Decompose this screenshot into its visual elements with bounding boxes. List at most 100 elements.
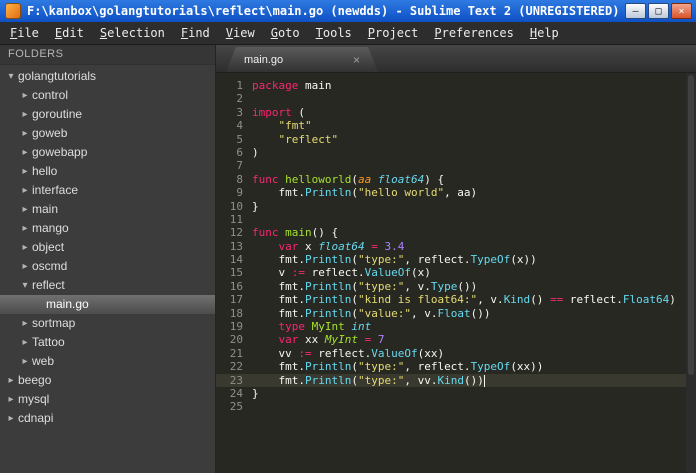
folder-control[interactable]: ▸ control — [0, 86, 215, 105]
tree-item-label: oscmd — [32, 259, 68, 273]
folder-interface[interactable]: ▸ interface — [0, 181, 215, 200]
close-button[interactable]: × — [671, 3, 692, 19]
folder-mysql[interactable]: ▸ mysql — [0, 390, 215, 409]
folder-tattoo[interactable]: ▸ Tattoo — [0, 333, 215, 352]
menu-tools[interactable]: Tools — [308, 22, 360, 44]
chevron-right-icon[interactable]: ▸ — [18, 162, 32, 181]
code-line[interactable]: 9 fmt.Println("hello world", aa) — [216, 186, 696, 199]
line-number: 24 — [229, 386, 243, 400]
folder-goroutine[interactable]: ▸ goroutine — [0, 105, 215, 124]
chevron-right-icon[interactable]: ▸ — [4, 371, 18, 390]
tree-item-label: interface — [32, 183, 79, 197]
code-line[interactable]: 7 — [216, 159, 696, 172]
chevron-right-icon[interactable]: ▸ — [18, 257, 32, 276]
line-content: type MyInt int — [278, 320, 372, 334]
code-line[interactable]: 22 fmt.Println("type:", reflect.TypeOf(x… — [216, 360, 696, 373]
titlebar[interactable]: F:\kanbox\golangtutorials\reflect\main.g… — [0, 0, 696, 22]
menu-project[interactable]: Project — [360, 22, 427, 44]
code-line[interactable]: 12 func main() { — [216, 226, 696, 239]
text-cursor — [483, 374, 485, 387]
folder-mango[interactable]: ▸ mango — [0, 219, 215, 238]
folder-main[interactable]: ▸ main — [0, 200, 215, 219]
menu-goto[interactable]: Goto — [263, 22, 308, 44]
code-line[interactable]: 1 package main — [216, 79, 696, 92]
chevron-right-icon[interactable]: ▸ — [4, 390, 18, 409]
tree-item-label: sortmap — [32, 316, 76, 330]
chevron-right-icon[interactable]: ▸ — [18, 333, 32, 352]
chevron-right-icon[interactable]: ▸ — [18, 219, 32, 238]
chevron-right-icon[interactable]: ▸ — [18, 200, 32, 219]
window-controls: – □ × — [625, 3, 692, 19]
code-line[interactable]: 16 fmt.Println("type:", v.Type()) — [216, 280, 696, 293]
line-number: 20 — [229, 333, 243, 347]
folder-object[interactable]: ▸ object — [0, 238, 215, 257]
editor-scrollbar[interactable] — [686, 73, 696, 473]
code-line[interactable]: 23 fmt.Println("type:", vv.Kind()) — [216, 373, 696, 387]
code-line[interactable]: 11 — [216, 213, 696, 226]
menu-help[interactable]: Help — [522, 22, 567, 44]
code-line[interactable]: 2 — [216, 92, 696, 105]
menu-file[interactable]: File — [2, 22, 47, 44]
sidebar: FOLDERS ▾ golangtutorials ▸ control ▸ gorouti… — [0, 45, 216, 473]
scrollbar-thumb[interactable] — [688, 75, 694, 375]
chevron-right-icon[interactable]: ▸ — [18, 352, 32, 371]
menu-edit[interactable]: Edit — [47, 22, 92, 44]
sublime-text-window: F:\kanbox\golangtutorials\reflect\main.g… — [0, 0, 696, 473]
folder-sortmap[interactable]: ▸ sortmap — [0, 314, 215, 333]
code-line[interactable]: 24} — [216, 387, 696, 400]
menu-view[interactable]: View — [218, 22, 263, 44]
code-line[interactable]: 10} — [216, 200, 696, 213]
folder-beego[interactable]: ▸ beego — [0, 371, 215, 390]
minimize-button[interactable]: – — [625, 3, 646, 19]
tree-item-label: Tattoo — [32, 335, 65, 349]
maximize-button[interactable]: □ — [648, 3, 669, 19]
code-line[interactable]: 17 fmt.Println("kind is float64:", v.Kin… — [216, 293, 696, 306]
code-line[interactable]: 19 type MyInt int — [216, 320, 696, 333]
file-main-go[interactable]: main.go — [0, 295, 215, 314]
folder-reflect[interactable]: ▾ reflect — [0, 276, 215, 295]
chevron-right-icon[interactable]: ▸ — [18, 86, 32, 105]
chevron-right-icon[interactable]: ▸ — [4, 409, 18, 428]
chevron-right-icon[interactable]: ▸ — [18, 238, 32, 257]
chevron-right-icon[interactable]: ▸ — [18, 314, 32, 333]
code-line[interactable]: 18 fmt.Println("value:", v.Float()) — [216, 307, 696, 320]
line-number: 21 — [229, 346, 243, 360]
line-content: import ( — [252, 105, 305, 119]
chevron-right-icon[interactable]: ▸ — [18, 143, 32, 162]
menu-selection[interactable]: Selection — [92, 22, 173, 44]
code-line[interactable]: 14 fmt.Println("type:", reflect.TypeOf(x… — [216, 253, 696, 266]
menu-find[interactable]: Find — [173, 22, 218, 44]
chevron-right-icon[interactable]: ▸ — [18, 105, 32, 124]
tree-item-label: mango — [32, 221, 69, 235]
tab-main-go[interactable]: main.go × — [226, 47, 378, 72]
code-line[interactable]: 25 — [216, 400, 696, 413]
tree-item-label: object — [32, 240, 65, 254]
folder-goweb[interactable]: ▸ goweb — [0, 124, 215, 143]
tree-item-label: golangtutorials — [18, 69, 97, 83]
chevron-right-icon[interactable]: ▸ — [18, 124, 32, 143]
tab-close-icon[interactable]: × — [353, 53, 360, 67]
chevron-down-icon[interactable]: ▾ — [4, 67, 18, 86]
code-line[interactable]: 21 vv := reflect.ValueOf(xx) — [216, 347, 696, 360]
menu-preferences[interactable]: Preferences — [426, 22, 521, 44]
chevron-down-icon[interactable]: ▾ — [18, 276, 32, 295]
folder-cdnapi[interactable]: ▸ cdnapi — [0, 409, 215, 428]
code-line[interactable]: 3 import ( — [216, 106, 696, 119]
folder-hello[interactable]: ▸ hello — [0, 162, 215, 181]
code-line[interactable]: 8 func helloworld(aa float64) { — [216, 173, 696, 186]
code-line[interactable]: 15 v := reflect.ValueOf(x) — [216, 266, 696, 279]
code-line[interactable]: 4 "fmt" — [216, 119, 696, 132]
code-line[interactable]: 13 var x float64 = 3.4 — [216, 240, 696, 253]
code-line[interactable]: 6) — [216, 146, 696, 159]
tree-item-label: reflect — [32, 278, 65, 292]
folder-gowebapp[interactable]: ▸ gowebapp — [0, 143, 215, 162]
code-area[interactable]: 1 package main 2 3 import (4 "fmt" 5 "reflect… — [216, 73, 696, 473]
code-line[interactable]: 20 var xx MyInt = 7 — [216, 333, 696, 346]
folder-golangtutorials[interactable]: ▾ golangtutorials — [0, 67, 215, 86]
folder-oscmd[interactable]: ▸ oscmd — [0, 257, 215, 276]
line-number: 5 — [236, 132, 243, 146]
code-line[interactable]: 5 "reflect" — [216, 133, 696, 146]
line-content: var x float64 = 3.4 — [278, 239, 405, 253]
chevron-right-icon[interactable]: ▸ — [18, 181, 32, 200]
folder-web[interactable]: ▸ web — [0, 352, 215, 371]
